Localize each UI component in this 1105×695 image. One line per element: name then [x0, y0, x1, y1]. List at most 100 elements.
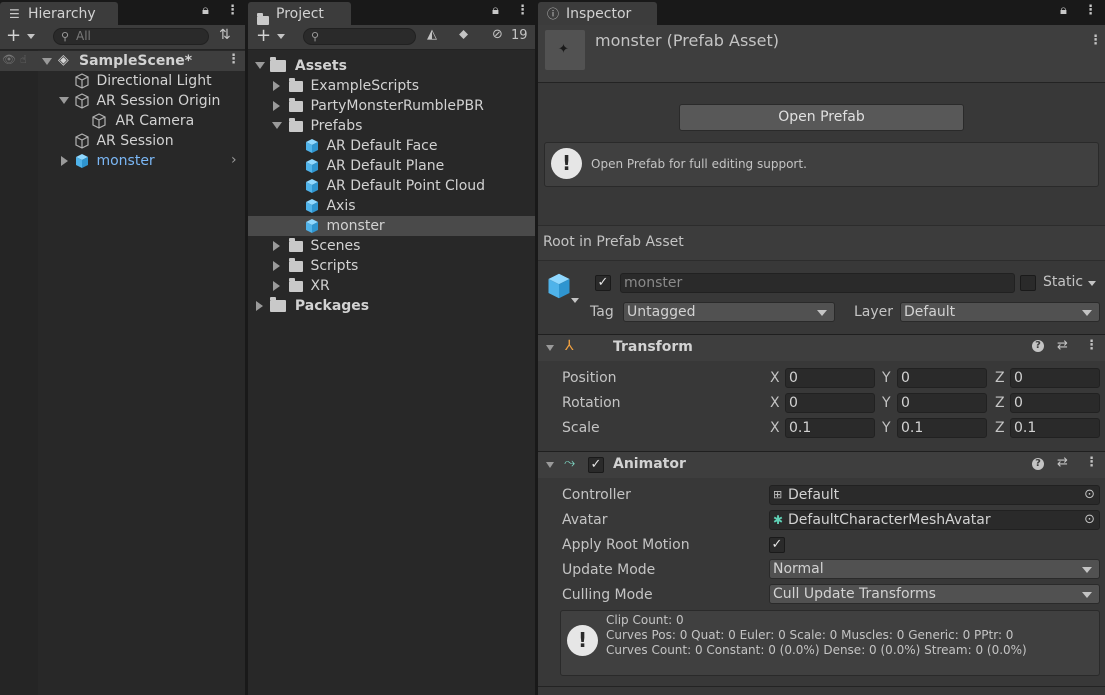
- animator-title: Animator: [613, 456, 686, 472]
- folder-scenes[interactable]: Scenes: [289, 236, 360, 256]
- info-box: ! Open Prefab for full editing support.: [544, 142, 1099, 187]
- presets-icon[interactable]: ⇄: [1057, 455, 1068, 470]
- component-menu-icon[interactable]: ⋮: [1085, 338, 1098, 353]
- animator-header[interactable]: ⤳ ✓ Animator ? ⇄ ⋮: [538, 451, 1105, 478]
- rotation-x-field[interactable]: 0: [785, 393, 875, 413]
- axis-y-label: Y: [882, 420, 891, 436]
- prefab-item-ar-default-face[interactable]: AR Default Face: [304, 136, 437, 156]
- hierarchy-item-ar-session[interactable]: AR Session: [74, 131, 174, 151]
- folder-open-icon: [270, 57, 286, 72]
- tab-project[interactable]: Project: [248, 2, 351, 26]
- kebab-menu-icon[interactable]: ⋮: [1084, 3, 1097, 18]
- sort-icon[interactable]: ⇅: [219, 27, 231, 43]
- object-picker-icon[interactable]: ⊙: [1084, 511, 1095, 529]
- chevron-down-icon[interactable]: [27, 34, 35, 39]
- visibility-icon[interactable]: 👁︎: [2, 53, 16, 66]
- pickable-icon[interactable]: ☝︎: [20, 53, 27, 66]
- lock-icon[interactable]: 🔒︎: [492, 3, 499, 18]
- gameobject-icon: [92, 113, 106, 129]
- scene-menu-icon[interactable]: ⋮: [227, 52, 240, 67]
- help-icon[interactable]: ?: [1032, 340, 1044, 352]
- scale-y-field[interactable]: 0.1: [897, 418, 987, 438]
- chevron-down-icon[interactable]: [277, 34, 285, 39]
- expand-arrow-icon[interactable]: [256, 301, 263, 311]
- animator-enabled-checkbox[interactable]: ✓: [588, 457, 604, 473]
- folder-scripts[interactable]: Scripts: [289, 256, 358, 276]
- culling-mode-dropdown[interactable]: Cull Update Transforms: [769, 584, 1100, 604]
- rotation-y-field[interactable]: 0: [897, 393, 987, 413]
- add-icon[interactable]: +: [256, 26, 271, 46]
- position-y-field[interactable]: 0: [897, 368, 987, 388]
- folder-xr[interactable]: XR: [289, 276, 330, 296]
- expand-arrow-icon[interactable]: [61, 156, 68, 166]
- tab-hierarchy[interactable]: ☰ Hierarchy: [0, 2, 118, 26]
- update-mode-dropdown[interactable]: Normal: [769, 559, 1100, 579]
- chevron-right-icon[interactable]: ›: [231, 152, 237, 168]
- inspector-tabbar: ⓘ Inspector 🔒︎ ⋮: [538, 0, 1105, 26]
- folder-prefabs[interactable]: Prefabs: [289, 116, 362, 136]
- scene-row[interactable]: 👁︎ ☝︎ ◈ SampleScene* ⋮: [0, 51, 245, 71]
- apply-root-motion-label: Apply Root Motion: [562, 537, 690, 553]
- expand-arrow-icon[interactable]: [273, 241, 280, 251]
- expand-arrow-icon[interactable]: [273, 81, 280, 91]
- folder-example-scripts[interactable]: ExampleScripts: [289, 76, 419, 96]
- transform-header[interactable]: ⅄ Transform ? ⇄ ⋮: [538, 334, 1105, 361]
- tab-inspector[interactable]: ⓘ Inspector: [538, 2, 657, 26]
- expand-arrow-icon[interactable]: [273, 281, 280, 291]
- expand-arrow-icon[interactable]: [59, 97, 69, 104]
- filter-type-icon[interactable]: ◭: [427, 27, 437, 42]
- scale-z-field[interactable]: 0.1: [1010, 418, 1100, 438]
- add-icon[interactable]: +: [6, 26, 21, 46]
- presets-icon[interactable]: ⇄: [1057, 338, 1068, 353]
- hierarchy-item-directional-light[interactable]: Directional Light: [74, 71, 212, 91]
- hierarchy-search-input[interactable]: ⚲ All: [53, 28, 209, 45]
- scale-x-field[interactable]: 0.1: [785, 418, 875, 438]
- tag-dropdown[interactable]: Untagged: [623, 302, 835, 322]
- expand-arrow-icon[interactable]: [273, 101, 280, 111]
- expand-arrow-icon[interactable]: [272, 122, 282, 129]
- label-icon[interactable]: ⬥: [459, 27, 468, 42]
- folder-assets[interactable]: Assets: [270, 56, 347, 76]
- lock-icon[interactable]: 🔒︎: [202, 3, 209, 18]
- object-name-field[interactable]: monster: [620, 273, 1015, 293]
- hidden-packages-icon[interactable]: ⊘: [492, 27, 503, 42]
- hierarchy-item-ar-camera[interactable]: AR Camera: [91, 111, 194, 131]
- expand-arrow-icon[interactable]: [255, 62, 265, 69]
- expand-arrow-icon[interactable]: [273, 261, 280, 271]
- kebab-menu-icon[interactable]: ⋮: [226, 3, 239, 18]
- object-picker-icon[interactable]: ⊙: [1084, 486, 1095, 504]
- rotation-z-field[interactable]: 0: [1010, 393, 1100, 413]
- prefab-item-monster[interactable]: monster: [304, 216, 385, 236]
- project-search-input[interactable]: ⚲: [303, 28, 416, 45]
- collapse-arrow-icon[interactable]: [546, 345, 554, 351]
- prefab-item-axis[interactable]: Axis: [304, 196, 356, 216]
- asset-menu-icon[interactable]: ⋮: [1089, 33, 1102, 48]
- icon-dropdown-arrow[interactable]: [571, 298, 579, 303]
- kebab-menu-icon[interactable]: ⋮: [516, 3, 529, 18]
- folder-party-monster[interactable]: PartyMonsterRumblePBR: [289, 96, 484, 116]
- hidden-count: 19: [511, 28, 528, 43]
- static-label[interactable]: Static: [1043, 274, 1083, 290]
- hierarchy-item-monster[interactable]: monster: [74, 151, 155, 171]
- static-checkbox[interactable]: [1020, 275, 1036, 291]
- open-prefab-button[interactable]: Open Prefab: [679, 104, 964, 131]
- hierarchy-item-ar-session-origin[interactable]: AR Session Origin: [74, 91, 220, 111]
- prefab-item-ar-default-plane[interactable]: AR Default Plane: [304, 156, 444, 176]
- controller-field[interactable]: ⊞ Default ⊙: [769, 485, 1100, 505]
- layer-dropdown[interactable]: Default: [900, 302, 1100, 322]
- prefab-icon: [306, 199, 318, 213]
- apply-root-motion-checkbox[interactable]: ✓: [769, 537, 785, 553]
- lock-icon[interactable]: 🔒︎: [1060, 3, 1067, 18]
- folder-packages[interactable]: Packages: [270, 296, 369, 316]
- avatar-field[interactable]: ✱ DefaultCharacterMeshAvatar ⊙: [769, 510, 1100, 530]
- component-menu-icon[interactable]: ⋮: [1085, 455, 1098, 470]
- expand-arrow-icon[interactable]: [42, 58, 52, 65]
- help-icon[interactable]: ?: [1032, 458, 1044, 470]
- prefab-item-ar-default-point-cloud[interactable]: AR Default Point Cloud: [304, 176, 485, 196]
- position-x-field[interactable]: 0: [785, 368, 875, 388]
- collapse-arrow-icon[interactable]: [546, 462, 554, 468]
- position-z-field[interactable]: 0: [1010, 368, 1100, 388]
- static-dropdown-arrow[interactable]: [1088, 281, 1096, 286]
- active-checkbox[interactable]: ✓: [595, 275, 611, 291]
- folder-label: Packages: [294, 298, 370, 314]
